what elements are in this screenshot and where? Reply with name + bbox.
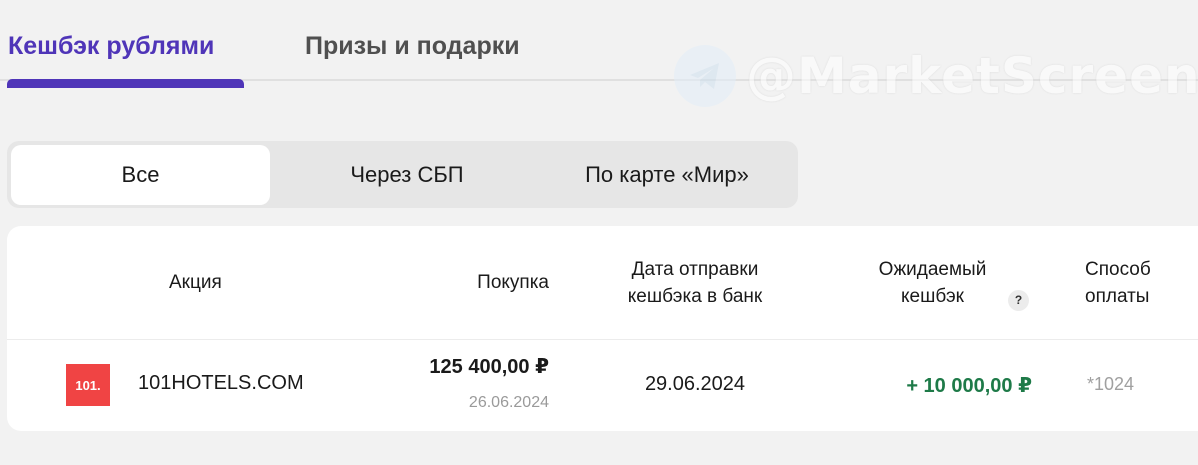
help-icon[interactable]: ? — [1008, 290, 1029, 311]
cashback-page: Кешбэк рублями Призы и подарки @MarketSc… — [0, 0, 1198, 465]
header-method-line1: Способ — [1085, 259, 1151, 280]
merchant-logo: 101. — [66, 364, 110, 406]
payment-card: *1024 — [1087, 374, 1135, 394]
cashback-send-date: 29.06.2024 — [644, 373, 746, 395]
header-expected-cashback: Ожидаемый кешбэк — [855, 256, 1010, 310]
top-tabs: Кешбэк рублями Призы и подарки — [0, 0, 1198, 90]
cashback-table: Акция Покупка Дата отправки кешбэка в ба… — [7, 226, 1198, 431]
header-send-date: Дата отправки кешбэка в банк — [600, 256, 790, 310]
tab-cashback-rubles[interactable]: Кешбэк рублями — [7, 30, 244, 88]
payment-filter: Все Через СБП По карте «Мир» — [7, 141, 798, 208]
header-expected-line1: Ожидаемый — [878, 259, 987, 280]
filter-sbp[interactable]: Через СБП — [282, 145, 532, 205]
purchase-amount: 125 400,00 ₽ — [429, 356, 549, 378]
filter-all[interactable]: Все — [11, 145, 270, 205]
expected-cashback: + 10 000,00 ₽ — [906, 375, 1032, 397]
tab-prizes-label: Призы и подарки — [305, 32, 520, 60]
header-send-date-line1: Дата отправки — [631, 259, 759, 280]
header-method-line2: оплаты — [1085, 286, 1150, 307]
header-expected-line2: кешбэк — [900, 286, 964, 307]
tab-cashback-label: Кешбэк рублями — [8, 32, 215, 60]
merchant-name[interactable]: 101HOTELS.COM — [138, 372, 304, 395]
header-send-date-line2: кешбэка в банк — [627, 286, 763, 307]
header-payment-method: Способ оплаты — [1085, 256, 1151, 310]
table-row[interactable]: 101. 101HOTELS.COM 125 400,00 ₽ 26.06.20… — [7, 340, 1198, 431]
active-tab-indicator — [7, 79, 244, 88]
header-action: Акция — [169, 272, 222, 293]
purchase-date: 26.06.2024 — [468, 394, 549, 411]
filter-mir-card[interactable]: По карте «Мир» — [542, 145, 792, 205]
tab-prizes-gifts[interactable]: Призы и подарки — [305, 30, 520, 62]
header-purchase: Покупка — [477, 272, 549, 293]
